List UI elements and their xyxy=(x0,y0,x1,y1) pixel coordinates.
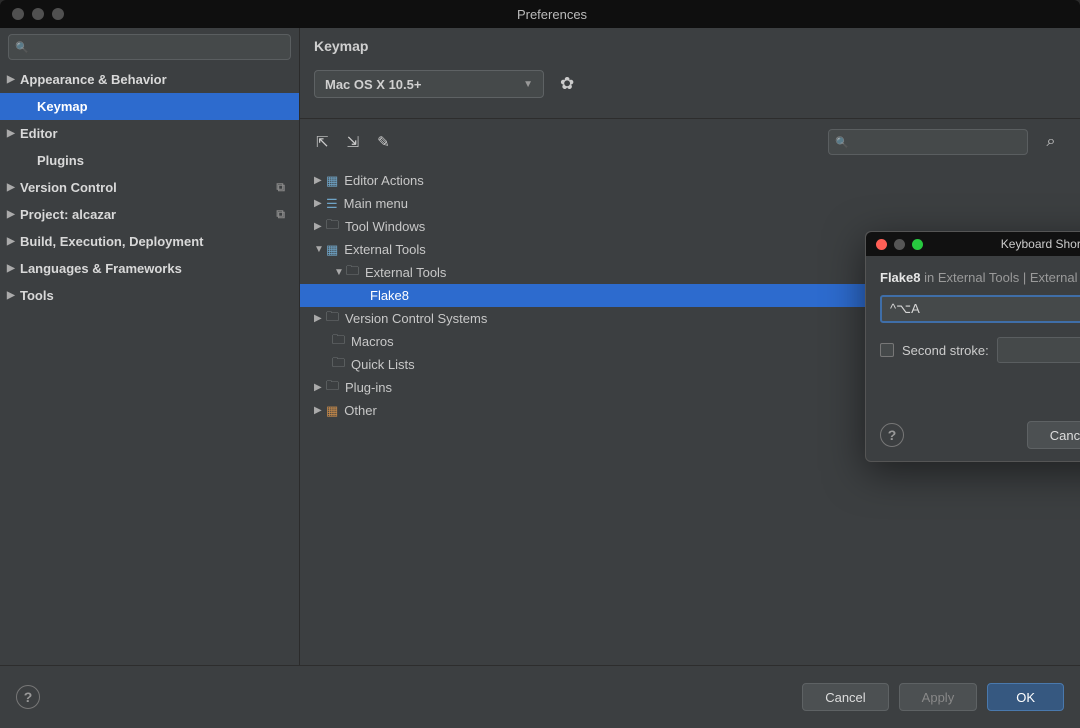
edit-icon[interactable]: ✎ xyxy=(377,133,390,151)
gear-icon[interactable]: ✿ xyxy=(560,74,574,94)
project-settings-icon: ⧉ xyxy=(276,207,285,222)
chevron-right-icon xyxy=(7,263,15,274)
keymap-scheme-select[interactable]: Mac OS X 10.5+ ▼ xyxy=(314,70,544,98)
keyboard-shortcut-dialog: Keyboard Shortcut Flake8 in External Too… xyxy=(865,231,1080,462)
find-by-shortcut-icon[interactable]: ⌕ xyxy=(1036,129,1066,155)
tree-node-editor-actions[interactable]: ▦Editor Actions xyxy=(300,169,1080,192)
chevron-right-icon xyxy=(7,128,15,139)
window-titlebar: Preferences xyxy=(0,0,1080,28)
second-stroke-label: Second stroke: xyxy=(902,343,989,358)
sidebar-item-build[interactable]: Build, Execution, Deployment xyxy=(0,228,299,255)
cancel-button[interactable]: Cancel xyxy=(802,683,888,711)
panel-title: Keymap xyxy=(300,28,1080,62)
second-stroke-input[interactable]: + xyxy=(997,337,1080,363)
chevron-right-icon xyxy=(7,182,15,193)
tree-node-main-menu[interactable]: ☰Main menu xyxy=(300,192,1080,215)
sidebar-item-plugins[interactable]: Plugins xyxy=(0,147,299,174)
dialog-title: Keyboard Shortcut xyxy=(887,237,1080,251)
sidebar-item-keymap[interactable]: Keymap xyxy=(0,93,299,120)
sidebar-item-project[interactable]: Project: alcazar⧉ xyxy=(0,201,299,228)
chevron-down-icon: ▼ xyxy=(523,79,533,90)
expand-all-icon[interactable]: ⇱ xyxy=(316,133,329,151)
keymap-panel: Keymap Mac OS X 10.5+ ▼ ✿ ⇱ ⇲ ✎ ⌕ ▦Edito… xyxy=(300,28,1080,665)
sidebar-item-languages[interactable]: Languages & Frameworks xyxy=(0,255,299,282)
sidebar-search-input[interactable] xyxy=(8,34,291,60)
help-icon[interactable]: ? xyxy=(880,423,904,447)
sidebar-item-editor[interactable]: Editor xyxy=(0,120,299,147)
apply-button[interactable]: Apply xyxy=(899,683,978,711)
sidebar-item-vcs[interactable]: Version Control⧉ xyxy=(0,174,299,201)
second-stroke-checkbox[interactable] xyxy=(880,343,894,357)
close-window-icon[interactable] xyxy=(12,8,24,20)
chevron-right-icon xyxy=(7,209,15,220)
chevron-right-icon xyxy=(7,290,15,301)
preferences-sidebar: Appearance & Behavior Keymap Editor Plug… xyxy=(0,28,300,665)
chevron-right-icon xyxy=(7,236,15,247)
ok-button[interactable]: OK xyxy=(987,683,1064,711)
sidebar-item-tools[interactable]: Tools xyxy=(0,282,299,309)
help-icon[interactable]: ? xyxy=(16,685,40,709)
window-title: Preferences xyxy=(24,7,1080,22)
dialog-close-icon[interactable] xyxy=(876,239,887,250)
action-search-input[interactable] xyxy=(828,129,1028,155)
sidebar-item-appearance[interactable]: Appearance & Behavior xyxy=(0,66,299,93)
first-stroke-input[interactable]: ^⌥A + xyxy=(880,295,1080,323)
chevron-right-icon xyxy=(7,74,15,85)
shortcut-context-label: Flake8 in External Tools | External Tool… xyxy=(880,270,1080,285)
collapse-all-icon[interactable]: ⇲ xyxy=(347,133,360,151)
project-settings-icon: ⧉ xyxy=(276,180,285,195)
dialog-cancel-button[interactable]: Cancel xyxy=(1027,421,1080,449)
preferences-footer: ? Cancel Apply OK xyxy=(0,665,1080,728)
